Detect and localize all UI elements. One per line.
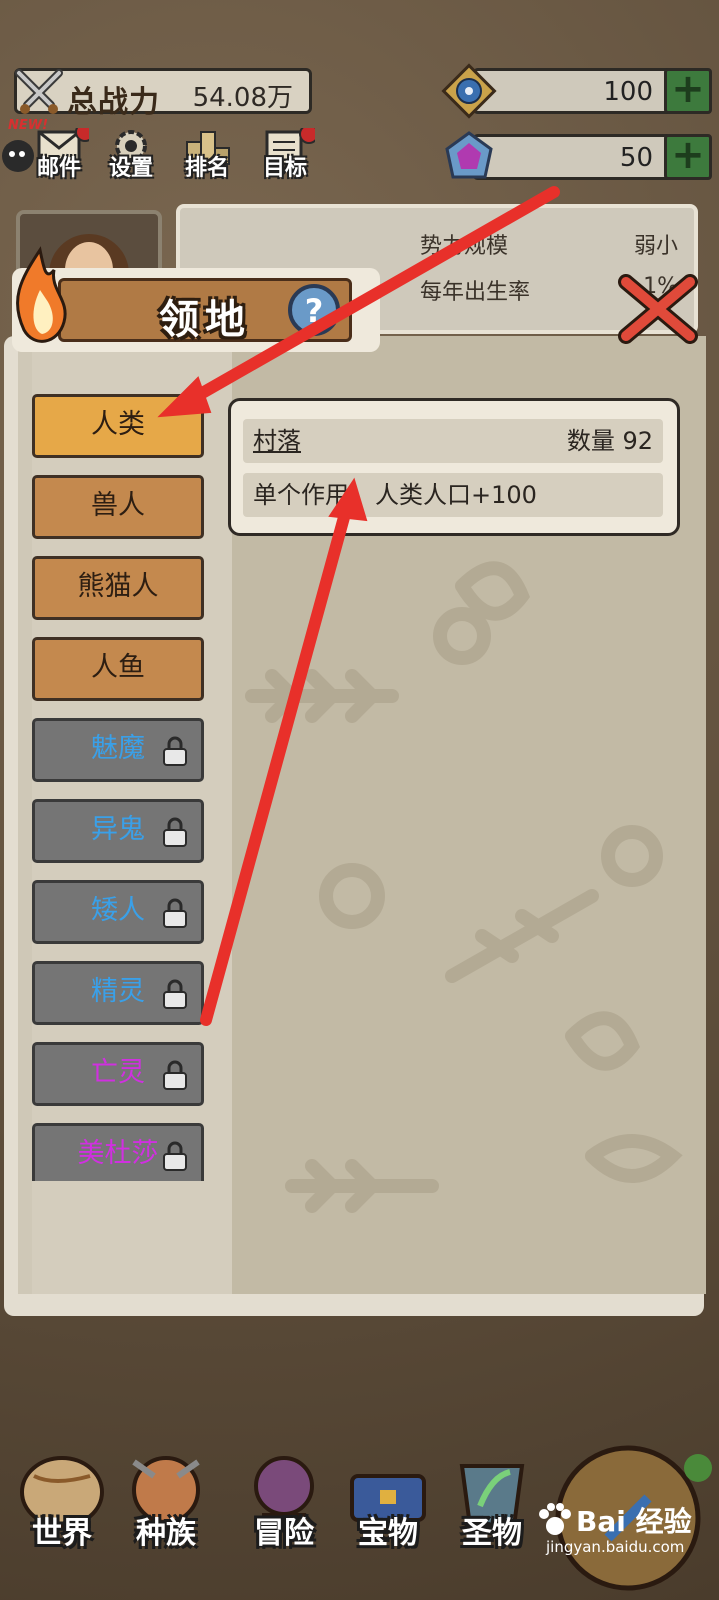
- building-name-link[interactable]: 村落: [253, 419, 301, 463]
- race-label: 兽人: [91, 490, 145, 521]
- crossed-swords-icon: [15, 69, 63, 114]
- nav-adventure[interactable]: 冒险: [224, 1440, 344, 1600]
- building-header-row: 村落 数量 92: [243, 419, 663, 463]
- nav-relics[interactable]: 圣物: [432, 1440, 552, 1600]
- faction-size-value: 弱小: [633, 234, 678, 259]
- compass-gem-icon: [441, 63, 497, 119]
- resource-crystals-value: 50: [619, 143, 653, 173]
- race-tab-white-walker[interactable]: 异鬼: [32, 799, 204, 863]
- nav-races[interactable]: 种族: [106, 1440, 226, 1600]
- total-power-bar: 总战力 54.08万: [14, 68, 312, 120]
- race-label: 矮人: [91, 895, 145, 926]
- resource-gems-value: 100: [603, 77, 653, 107]
- race-label: 精灵: [91, 976, 145, 1007]
- race-label: 异鬼: [91, 814, 145, 845]
- watermark-url: jingyan.baidu.com: [546, 1538, 685, 1556]
- race-label: 人类: [91, 409, 145, 440]
- race-tab-succubus[interactable]: 魅魔: [32, 718, 204, 782]
- help-icon[interactable]: ?: [286, 282, 342, 338]
- effect-value: 人类人口+100: [375, 481, 537, 509]
- building-count: 数量 92: [566, 427, 653, 455]
- resource-bar-crystals: 50 +: [445, 131, 712, 180]
- nav-races-label: 种族: [136, 1516, 196, 1551]
- race-tab-medusa[interactable]: 美杜莎: [32, 1123, 204, 1181]
- lock-icon: [163, 736, 187, 766]
- close-icon[interactable]: [616, 272, 700, 346]
- race-label: 魅魔: [91, 733, 145, 764]
- effect-label: 单个作用：: [253, 481, 373, 509]
- lock-icon: [163, 1141, 187, 1171]
- faction-size-row: 势力规模 弱小: [420, 228, 678, 260]
- nav-adventure-label: 冒险: [254, 1516, 314, 1551]
- mail-button[interactable]: 邮件: [26, 122, 95, 186]
- race-tab-elf[interactable]: 精灵: [32, 961, 204, 1025]
- total-power-label: 总战力: [67, 85, 160, 120]
- lock-icon: [163, 817, 187, 847]
- baidu-watermark: Bai 经验 jingyan.baidu.com: [536, 1500, 716, 1560]
- mail-label: 邮件: [36, 156, 81, 181]
- flame-icon: [16, 246, 67, 343]
- svg-text:?: ?: [305, 292, 324, 330]
- building-effect-row: 单个作用： 人类人口+100: [243, 473, 663, 517]
- settings-button[interactable]: 设置: [98, 128, 164, 186]
- goals-button[interactable]: 目标: [252, 124, 319, 186]
- race-tab-pandaren[interactable]: 熊猫人: [32, 556, 204, 620]
- nav-treasure-label: 宝物: [358, 1516, 418, 1551]
- birth-rate-label: 每年出生率: [420, 280, 531, 305]
- lock-icon: [163, 898, 187, 928]
- faction-size-label: 势力规模: [420, 234, 509, 259]
- add-crystals-button[interactable]: +: [664, 134, 712, 180]
- race-tab-orc[interactable]: 兽人: [32, 475, 204, 539]
- lock-icon: [163, 1060, 187, 1090]
- settings-label: 设置: [108, 156, 153, 181]
- race-label: 人鱼: [91, 652, 145, 683]
- race-tab-human[interactable]: 人类: [32, 394, 204, 458]
- race-label: 熊猫人: [77, 571, 159, 602]
- watermark-text: Bai 经验: [576, 1505, 692, 1538]
- nav-world-label: 世界: [32, 1516, 92, 1551]
- race-label: 美杜莎: [77, 1138, 159, 1169]
- race-tab-merfolk[interactable]: 人鱼: [32, 637, 204, 701]
- paw-icon: [539, 1503, 571, 1535]
- nav-world[interactable]: 世界: [2, 1440, 122, 1600]
- add-gems-button[interactable]: +: [664, 68, 712, 114]
- total-power-value: 54.08万: [192, 83, 293, 113]
- race-label: 亡灵: [91, 1057, 145, 1088]
- race-tab-dwarf[interactable]: 矮人: [32, 880, 204, 944]
- ranking-label: 排名: [184, 156, 229, 181]
- lock-icon: [163, 979, 187, 1009]
- nav-treasure[interactable]: 宝物: [328, 1440, 448, 1600]
- race-tab-undead[interactable]: 亡灵: [32, 1042, 204, 1106]
- goals-label: 目标: [262, 156, 307, 181]
- resource-bar-gems: 100 +: [441, 63, 712, 119]
- building-detail-card: 村落 数量 92 单个作用： 人类人口+100: [228, 398, 680, 536]
- ranking-button[interactable]: 排名: [174, 128, 240, 186]
- nav-relics-label: 圣物: [462, 1516, 522, 1551]
- crystal-icon: [445, 131, 493, 179]
